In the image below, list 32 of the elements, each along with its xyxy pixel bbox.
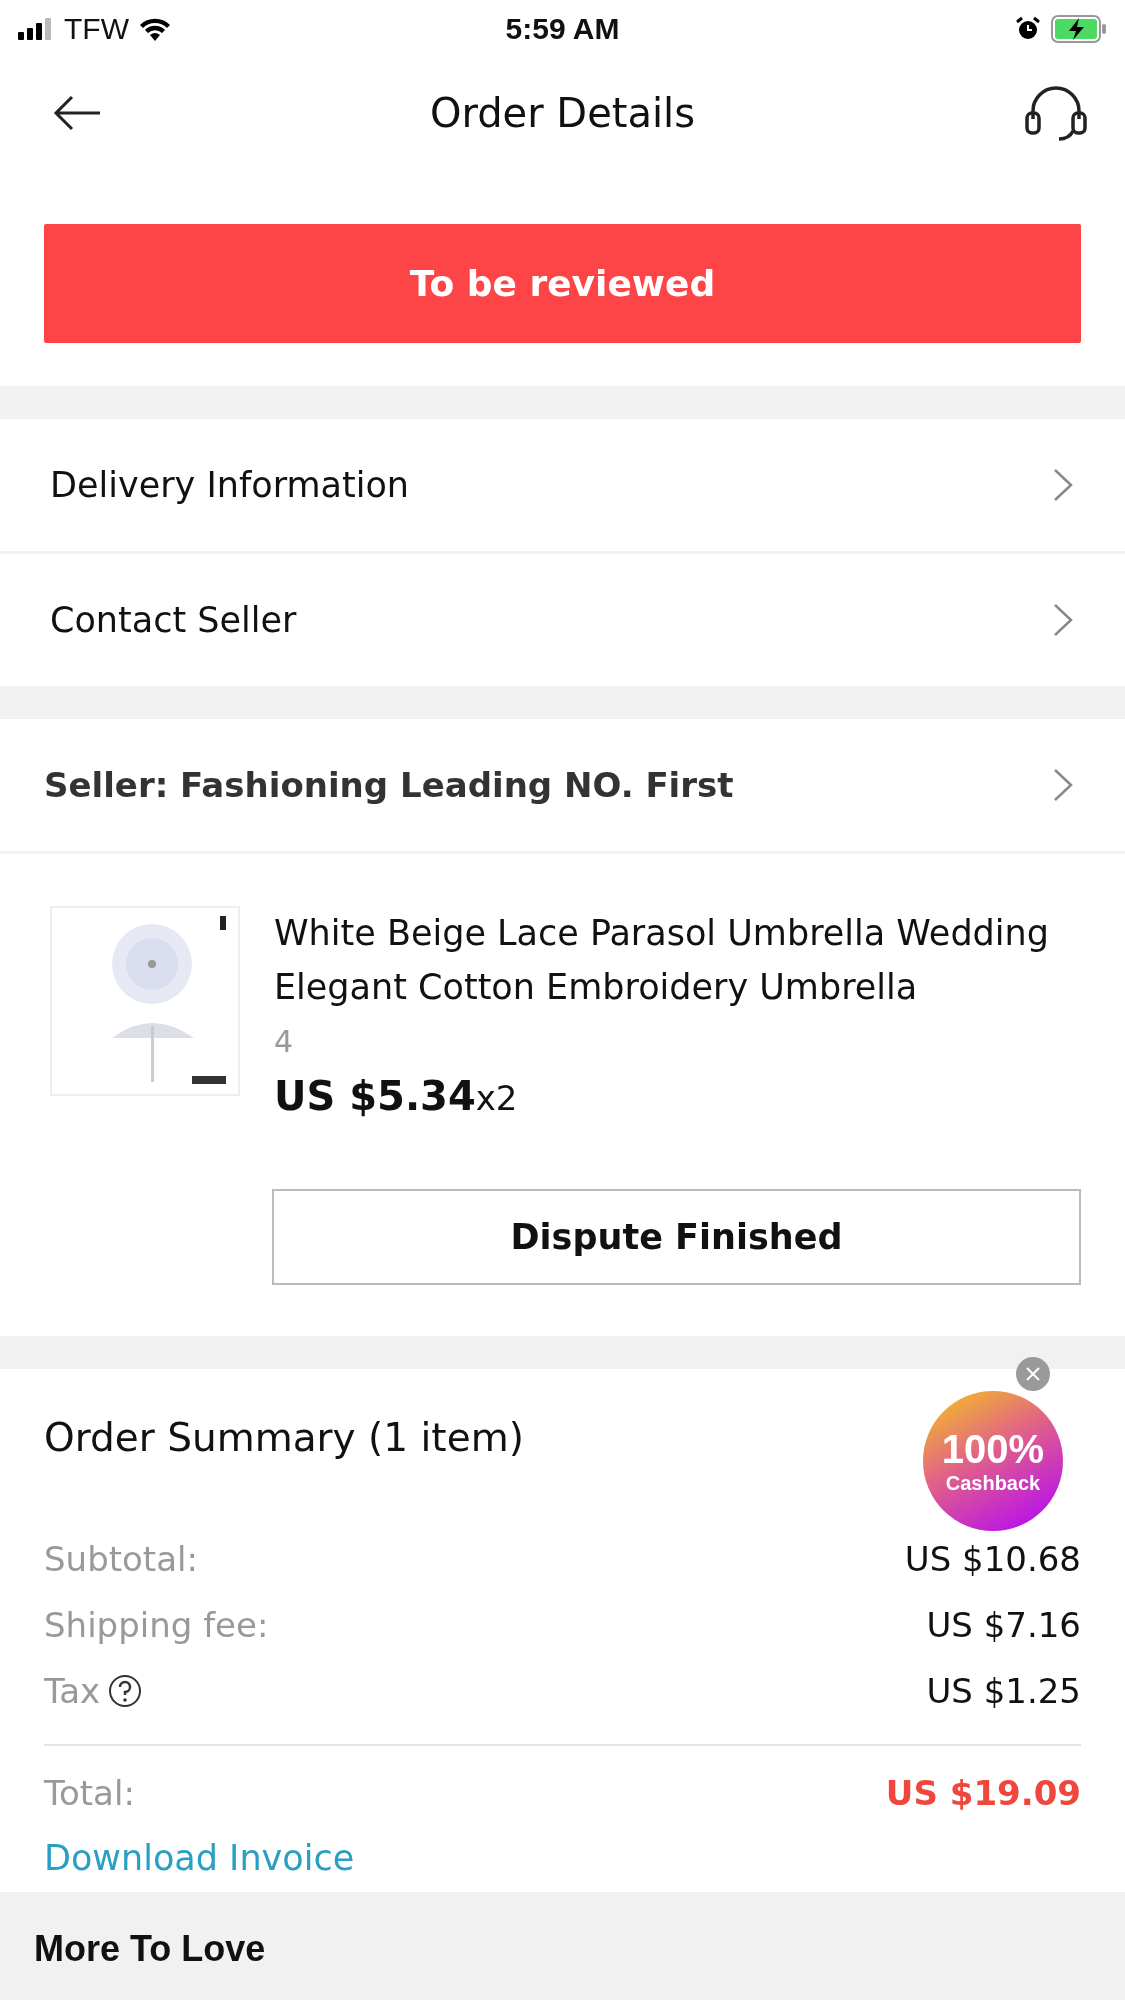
help-icon[interactable]: [108, 1674, 143, 1708]
summary-label: Tax: [44, 1671, 101, 1711]
product-variant: 4: [274, 1024, 295, 1059]
total-value: US $19.09: [885, 1773, 1081, 1813]
chevron-right-icon: [1053, 603, 1073, 637]
section-heading: More To Love: [34, 1928, 266, 1969]
product-price: US $5.34: [274, 1073, 476, 1119]
headset-icon[interactable]: [1023, 85, 1089, 141]
close-icon[interactable]: [1016, 1357, 1050, 1391]
carrier-name: TFW: [64, 12, 129, 46]
signal-icon: [18, 18, 54, 40]
status-time: 5:59 AM: [505, 12, 620, 46]
summary-value: US $1.25: [926, 1671, 1081, 1711]
cashback-badge[interactable]: 100% Cashback: [923, 1391, 1063, 1531]
product-title[interactable]: White Beige Lace Parasol Umbrella Wedding Elegant Cotton Embroidery Umbrella: [274, 906, 1081, 1014]
page-title: Order Details: [429, 90, 696, 136]
summary-label: Shipping fee:: [44, 1605, 269, 1645]
back-arrow-icon[interactable]: [52, 93, 102, 133]
summary-title: Order Summary (1 item): [44, 1415, 524, 1460]
summary-value: US $10.68: [904, 1539, 1081, 1579]
chevron-right-icon: [1053, 468, 1073, 502]
alarm-icon: [1015, 16, 1041, 42]
total-label: Total:: [44, 1773, 135, 1813]
chevron-right-icon: [1053, 768, 1073, 802]
wifi-icon: [138, 17, 171, 41]
summary-value: US $7.16: [926, 1605, 1081, 1645]
product-quantity: x2: [475, 1078, 518, 1118]
dispute-finished-button[interactable]: Dispute Finished: [272, 1189, 1081, 1285]
seller-row[interactable]: Seller: Fashioning Leading NO. First: [0, 719, 1125, 854]
battery-icon: [1051, 15, 1107, 43]
summary-label: Subtotal:: [44, 1539, 198, 1579]
menu-row[interactable]: Delivery Information: [0, 419, 1125, 551]
